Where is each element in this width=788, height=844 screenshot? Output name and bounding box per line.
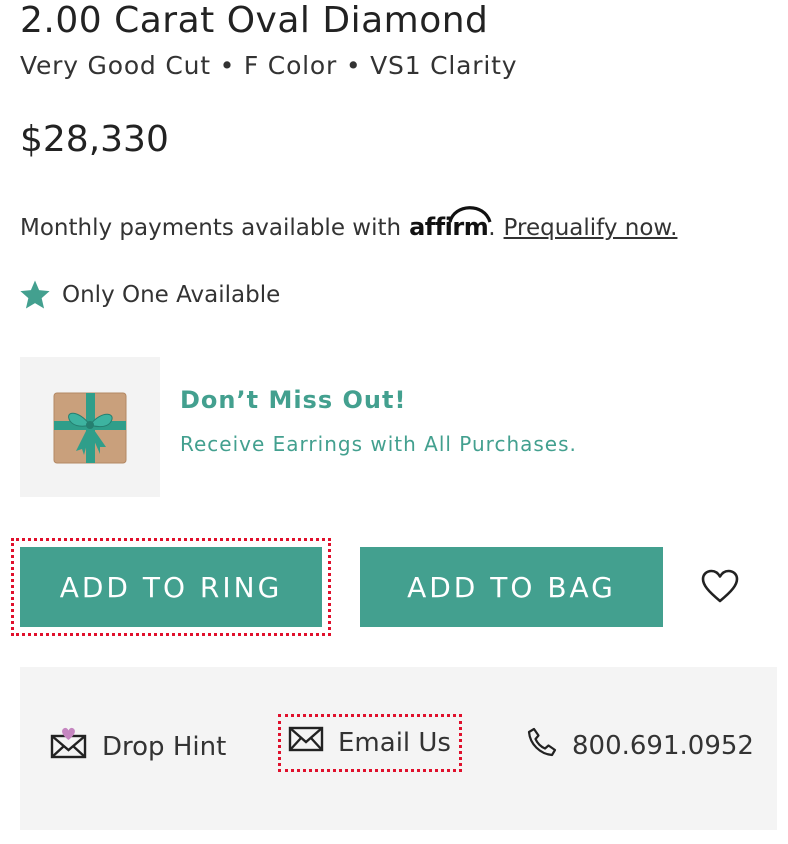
promo-subtitle: Receive Earrings with All Purchases. [180, 432, 577, 456]
availability-text: Only One Available [62, 282, 281, 308]
promo-image [20, 357, 160, 497]
product-detail-panel: 2.00 Carat Oval Diamond Very Good Cut • … [0, 0, 788, 844]
affirm-logo: affirm [409, 206, 492, 244]
availability-status: Only One Available [18, 278, 280, 312]
phone-number: 800.691.0952 [572, 730, 754, 761]
drop-hint-link[interactable]: Drop Hint [50, 726, 226, 767]
envelope-icon [288, 726, 324, 759]
affirm-arc-icon [448, 206, 492, 223]
star-icon [20, 280, 50, 309]
prequalify-link[interactable]: Prequalify now. [504, 211, 678, 245]
product-price: $28,330 [20, 119, 169, 160]
add-to-bag-button[interactable]: ADD TO BAG [360, 547, 663, 627]
phone-icon [526, 726, 558, 765]
heart-outline-icon [701, 569, 739, 603]
product-specs: Very Good Cut • F Color • VS1 Clarity [20, 51, 518, 80]
envelope-heart-icon [50, 726, 88, 767]
gift-box-icon [53, 392, 127, 464]
phone-link[interactable]: 800.691.0952 [526, 726, 754, 765]
wishlist-button[interactable] [700, 568, 740, 604]
financing-line: Monthly payments available with affirm .… [20, 206, 678, 245]
email-us-link[interactable]: Email Us [288, 726, 451, 759]
product-title: 2.00 Carat Oval Diamond [20, 0, 489, 41]
add-to-ring-button[interactable]: ADD TO RING [20, 547, 322, 627]
promo-title: Don’t Miss Out! [180, 386, 407, 414]
financing-text: Monthly payments available with [20, 215, 402, 241]
drop-hint-label: Drop Hint [102, 731, 227, 762]
email-us-label: Email Us [338, 727, 451, 758]
